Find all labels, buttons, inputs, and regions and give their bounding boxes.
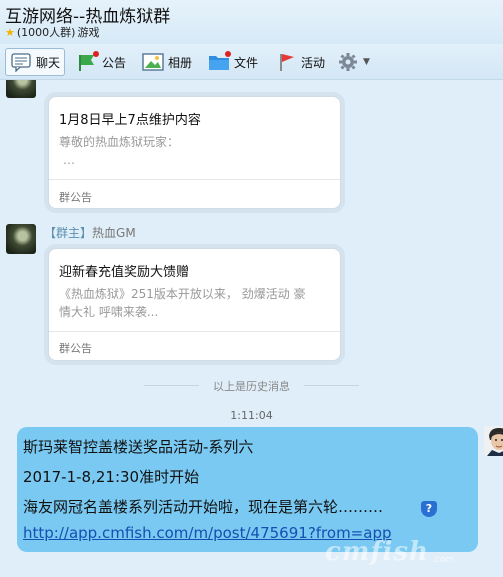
shield-question-icon[interactable]: ? [421,501,437,517]
message-timestamp: 1:11:04 [230,409,273,422]
group-info: ★ (1000人群) 游戏 [5,24,99,40]
tab-files[interactable]: 文件 [204,48,262,76]
gear-icon [337,52,359,72]
tab-chat-label: 聊天 [36,55,61,70]
message-line: 2017-1-8,21:30准时开始 [23,468,200,486]
message-line: 斯玛莱智控盖楼送奖品活动-系列六 [23,438,254,456]
star-icon: ★ [5,25,15,39]
tab-album[interactable]: 相册 [138,48,196,76]
sender-avatar[interactable] [6,224,36,254]
announcement-card[interactable]: 1月8日早上7点维护内容 尊敬的热血炼狱玩家： … 群公告 [48,96,341,209]
tab-activities[interactable]: 活动 [271,48,329,76]
announcement-title: 迎新春充值奖励大馈赠 [59,265,190,280]
sender-name[interactable]: 热血GM [92,226,136,240]
chevron-down-icon: ▼ [363,57,370,67]
folder-icon [208,51,231,72]
announcement-excerpt: 尊敬的热血炼狱玩家： … [59,135,180,167]
sender-label: 【群主】热血GM [44,226,136,240]
group-tag[interactable]: 游戏 [77,24,99,40]
watermark-domain: .com [432,555,455,565]
announcement-card[interactable]: 迎新春充值奖励大馈赠 《热血炼狱》251版本开放以来， 劲爆活动 豪 情大礼 呼… [48,248,341,361]
divider [144,385,199,386]
tab-album-label: 相册 [168,55,193,70]
tab-announcement-label: 公告 [102,55,127,70]
self-avatar[interactable] [484,426,503,456]
tab-files-label: 文件 [234,55,259,70]
chat-bubble-icon [10,52,32,73]
flag-icon [275,52,297,72]
tab-activities-label: 活动 [301,55,326,70]
announcement-footer: 群公告 [59,342,92,355]
announcement-excerpt: 《热血炼狱》251版本开放以来， 劲爆活动 豪 情大礼 呼啸来袭... [59,287,306,319]
sender-avatar[interactable] [6,80,36,98]
announcement-badge [93,51,99,57]
photo-icon [142,52,164,72]
history-label: 以上是历史消息 [213,380,290,393]
chat-history[interactable]: 1月8日早上7点维护内容 尊敬的热血炼狱玩家： … 群公告 【群主】热血GM 迎… [0,80,503,577]
toolbar: 聊天 公告 相册 文件 活动 ▼ [0,44,503,80]
tab-announcement[interactable]: 公告 [72,48,130,76]
divider [49,331,340,332]
announcement-title: 1月8日早上7点维护内容 [59,113,201,128]
divider [49,179,340,180]
watermark-logo: cmfish [325,537,429,567]
divider [304,385,359,386]
files-badge [225,51,231,57]
history-separator: 以上是历史消息 [0,378,503,393]
message-line: 海友网冠名盖楼系列活动开始啦，现在是第六轮……… [23,498,384,516]
announcement-footer: 群公告 [59,191,92,204]
tab-chat[interactable]: 聊天 [5,48,65,76]
megaphone-icon [76,51,99,72]
window-header: 互游网络--热血炼狱群 ★ (1000人群) 游戏 [0,0,503,44]
member-count: (1000人群) [16,26,76,39]
message-bubble[interactable]: 斯玛莱智控盖楼送奖品活动-系列六 2017-1-8,21:30准时开始 海友网冠… [17,427,478,552]
settings-menu[interactable]: ▼ [333,48,374,76]
